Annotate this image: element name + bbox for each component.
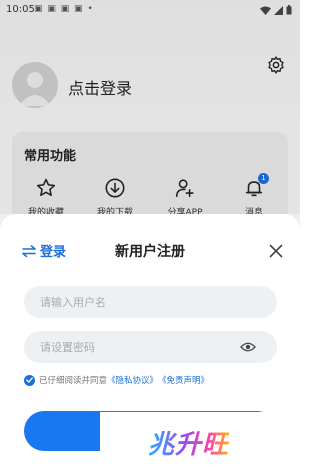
disclaimer-link[interactable]: 《免责声明》	[158, 374, 209, 386]
close-icon[interactable]	[268, 243, 284, 259]
dim-overlay[interactable]	[0, 0, 300, 214]
check-icon	[26, 377, 33, 383]
eye-icon[interactable]	[240, 341, 256, 353]
sheet-title: 新用户注册	[115, 244, 185, 260]
agree-text: 已仔细阅读并同意	[39, 376, 108, 386]
watermark-logo: 兆升旺	[148, 424, 229, 461]
privacy-link[interactable]: 《隐私协议》	[107, 374, 158, 386]
agreement-row: 已仔细阅读并同意 《隐私协议》 《免责声明》	[24, 374, 209, 386]
username-input[interactable]	[24, 286, 277, 318]
agree-checkbox[interactable]	[24, 374, 35, 386]
register-sheet: 登录 新用户注册 已仔细阅读并同意 《隐私协议》 《免责声明》 兆升旺	[0, 214, 300, 468]
